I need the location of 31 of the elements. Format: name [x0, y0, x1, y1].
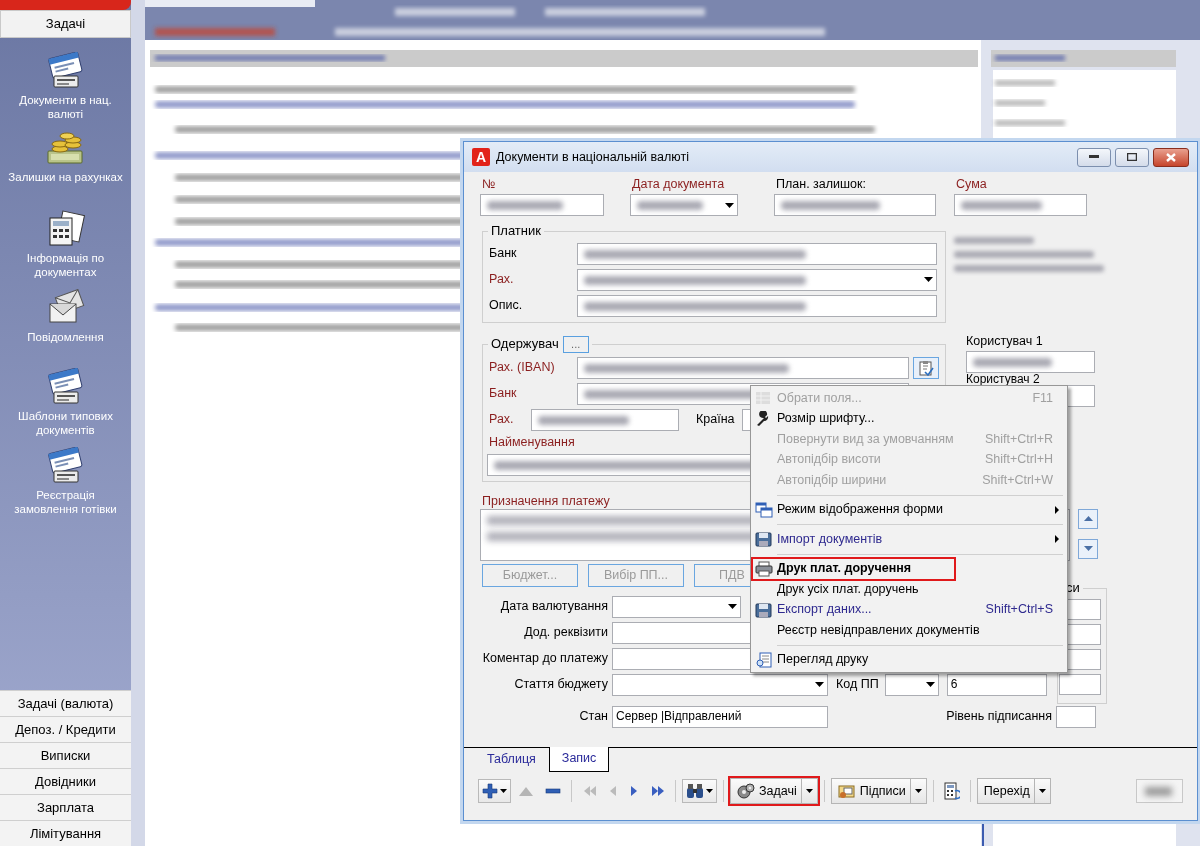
field-label: Дата валютування	[499, 599, 609, 615]
field-label: Стаття бюджету	[513, 677, 609, 693]
app-logo: A	[472, 148, 490, 166]
group-legend: Одержувач	[491, 336, 559, 352]
group-legend: Платник	[491, 223, 541, 239]
field-label: №	[481, 177, 497, 193]
field-label: Рах.	[489, 272, 515, 288]
field-label: Користувач 1	[966, 333, 1044, 350]
field-label: Найменування	[489, 434, 575, 450]
shortcut-text: F11	[1032, 390, 1054, 406]
field-label: Рах. (IBAN)	[489, 360, 556, 376]
field-label: Рівень підписання	[946, 709, 1052, 725]
field-label: Користувач 2	[966, 372, 1041, 385]
field-label: Дод. реквізити	[523, 625, 609, 641]
field-label: Призначення платежу	[482, 493, 610, 509]
field-label: Коментар до платежу	[481, 651, 609, 667]
field-label: Банк	[489, 246, 518, 262]
field-label: Рах.	[489, 412, 515, 428]
field-label: Опис.	[489, 298, 524, 314]
shortcut-text: Shift+Ctrl+H	[984, 452, 1054, 468]
field-label: Банк	[489, 386, 518, 402]
field-label: Країна	[696, 412, 736, 428]
shortcut-text: Shift+Ctrl+S	[985, 602, 1054, 618]
field-label: Стан	[578, 709, 609, 725]
shortcut-text: Shift+Ctrl+W	[982, 472, 1054, 488]
window-title: Документи в національній валюті	[496, 149, 689, 165]
shortcut-text: Shift+Ctrl+R	[984, 431, 1054, 447]
field-label: Код ПП	[836, 677, 879, 693]
field-label: Дата документа	[631, 177, 726, 193]
field-label: План. залишок:	[775, 177, 867, 193]
field-label: Сума	[955, 177, 988, 193]
